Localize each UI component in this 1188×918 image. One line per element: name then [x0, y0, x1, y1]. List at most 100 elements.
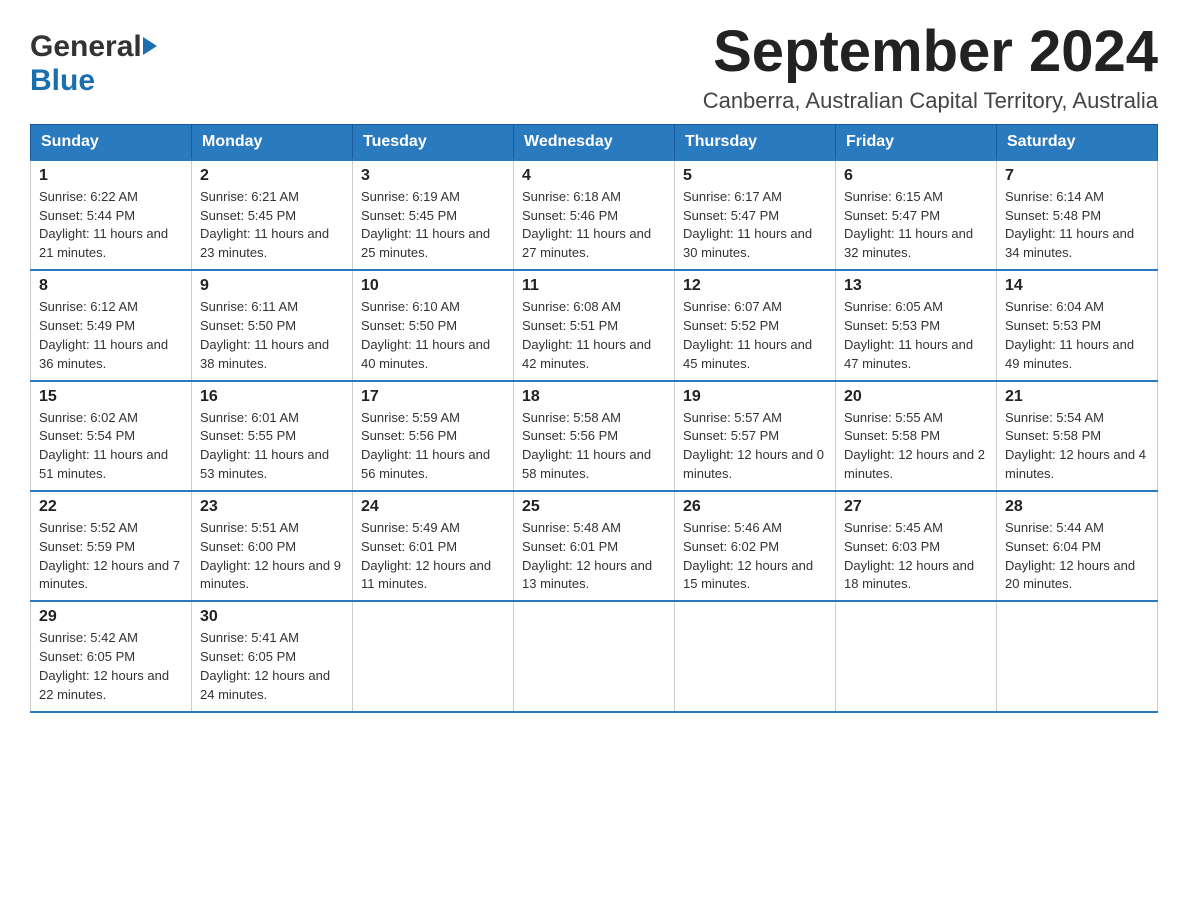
- day-number: 15: [39, 388, 183, 406]
- calendar-cell: 8 Sunrise: 6:12 AMSunset: 5:49 PMDayligh…: [31, 270, 192, 380]
- calendar-cell: 24 Sunrise: 5:49 AMSunset: 6:01 PMDaylig…: [353, 491, 514, 601]
- calendar-week-row: 15 Sunrise: 6:02 AMSunset: 5:54 PMDaylig…: [31, 381, 1158, 491]
- calendar-cell: 4 Sunrise: 6:18 AMSunset: 5:46 PMDayligh…: [514, 160, 675, 270]
- day-number: 29: [39, 608, 183, 626]
- calendar-cell: 26 Sunrise: 5:46 AMSunset: 6:02 PMDaylig…: [675, 491, 836, 601]
- day-info: Sunrise: 5:57 AMSunset: 5:57 PMDaylight:…: [683, 409, 827, 484]
- calendar-cell: 16 Sunrise: 6:01 AMSunset: 5:55 PMDaylig…: [192, 381, 353, 491]
- day-info: Sunrise: 6:02 AMSunset: 5:54 PMDaylight:…: [39, 409, 183, 484]
- day-number: 22: [39, 498, 183, 516]
- day-number: 19: [683, 388, 827, 406]
- day-number: 10: [361, 277, 505, 295]
- weekday-header-tuesday: Tuesday: [353, 124, 514, 160]
- day-info: Sunrise: 5:58 AMSunset: 5:56 PMDaylight:…: [522, 409, 666, 484]
- day-number: 12: [683, 277, 827, 295]
- day-number: 26: [683, 498, 827, 516]
- calendar-cell: 10 Sunrise: 6:10 AMSunset: 5:50 PMDaylig…: [353, 270, 514, 380]
- day-number: 2: [200, 167, 344, 185]
- day-number: 5: [683, 167, 827, 185]
- calendar-cell: 14 Sunrise: 6:04 AMSunset: 5:53 PMDaylig…: [997, 270, 1158, 380]
- day-info: Sunrise: 6:22 AMSunset: 5:44 PMDaylight:…: [39, 188, 183, 263]
- logo-blue-text: Blue: [30, 64, 95, 98]
- day-number: 25: [522, 498, 666, 516]
- day-number: 8: [39, 277, 183, 295]
- calendar-cell: 6 Sunrise: 6:15 AMSunset: 5:47 PMDayligh…: [836, 160, 997, 270]
- calendar-cell: [675, 601, 836, 711]
- weekday-header-friday: Friday: [836, 124, 997, 160]
- day-info: Sunrise: 5:41 AMSunset: 6:05 PMDaylight:…: [200, 629, 344, 704]
- calendar-cell: 9 Sunrise: 6:11 AMSunset: 5:50 PMDayligh…: [192, 270, 353, 380]
- calendar-cell: 23 Sunrise: 5:51 AMSunset: 6:00 PMDaylig…: [192, 491, 353, 601]
- calendar-cell: 12 Sunrise: 6:07 AMSunset: 5:52 PMDaylig…: [675, 270, 836, 380]
- day-number: 20: [844, 388, 988, 406]
- day-number: 24: [361, 498, 505, 516]
- page-header: General Blue September 2024 Canberra, Au…: [30, 20, 1158, 114]
- location-title: Canberra, Australian Capital Territory, …: [703, 88, 1158, 114]
- day-info: Sunrise: 6:15 AMSunset: 5:47 PMDaylight:…: [844, 188, 988, 263]
- day-info: Sunrise: 5:59 AMSunset: 5:56 PMDaylight:…: [361, 409, 505, 484]
- day-number: 18: [522, 388, 666, 406]
- logo-chevron-icon: [143, 37, 157, 55]
- day-info: Sunrise: 5:55 AMSunset: 5:58 PMDaylight:…: [844, 409, 988, 484]
- calendar-cell: 11 Sunrise: 6:08 AMSunset: 5:51 PMDaylig…: [514, 270, 675, 380]
- calendar-cell: 19 Sunrise: 5:57 AMSunset: 5:57 PMDaylig…: [675, 381, 836, 491]
- day-info: Sunrise: 6:04 AMSunset: 5:53 PMDaylight:…: [1005, 298, 1149, 373]
- day-info: Sunrise: 6:18 AMSunset: 5:46 PMDaylight:…: [522, 188, 666, 263]
- calendar-cell: 1 Sunrise: 6:22 AMSunset: 5:44 PMDayligh…: [31, 160, 192, 270]
- weekday-header-row: SundayMondayTuesdayWednesdayThursdayFrid…: [31, 124, 1158, 160]
- calendar-cell: 18 Sunrise: 5:58 AMSunset: 5:56 PMDaylig…: [514, 381, 675, 491]
- day-info: Sunrise: 6:01 AMSunset: 5:55 PMDaylight:…: [200, 409, 344, 484]
- day-number: 9: [200, 277, 344, 295]
- calendar-cell: 7 Sunrise: 6:14 AMSunset: 5:48 PMDayligh…: [997, 160, 1158, 270]
- calendar-cell: [514, 601, 675, 711]
- day-number: 1: [39, 167, 183, 185]
- calendar-cell: [353, 601, 514, 711]
- day-info: Sunrise: 5:52 AMSunset: 5:59 PMDaylight:…: [39, 519, 183, 594]
- calendar-cell: 27 Sunrise: 5:45 AMSunset: 6:03 PMDaylig…: [836, 491, 997, 601]
- month-title: September 2024: [703, 20, 1158, 84]
- calendar-cell: 20 Sunrise: 5:55 AMSunset: 5:58 PMDaylig…: [836, 381, 997, 491]
- logo-general-text: General: [30, 30, 142, 64]
- day-info: Sunrise: 6:12 AMSunset: 5:49 PMDaylight:…: [39, 298, 183, 373]
- day-info: Sunrise: 5:42 AMSunset: 6:05 PMDaylight:…: [39, 629, 183, 704]
- day-info: Sunrise: 5:44 AMSunset: 6:04 PMDaylight:…: [1005, 519, 1149, 594]
- calendar-cell: 21 Sunrise: 5:54 AMSunset: 5:58 PMDaylig…: [997, 381, 1158, 491]
- day-number: 11: [522, 277, 666, 295]
- weekday-header-sunday: Sunday: [31, 124, 192, 160]
- day-info: Sunrise: 5:46 AMSunset: 6:02 PMDaylight:…: [683, 519, 827, 594]
- calendar-cell: 13 Sunrise: 6:05 AMSunset: 5:53 PMDaylig…: [836, 270, 997, 380]
- day-info: Sunrise: 5:48 AMSunset: 6:01 PMDaylight:…: [522, 519, 666, 594]
- weekday-header-saturday: Saturday: [997, 124, 1158, 160]
- day-info: Sunrise: 6:07 AMSunset: 5:52 PMDaylight:…: [683, 298, 827, 373]
- day-number: 6: [844, 167, 988, 185]
- day-number: 13: [844, 277, 988, 295]
- day-number: 21: [1005, 388, 1149, 406]
- day-info: Sunrise: 5:49 AMSunset: 6:01 PMDaylight:…: [361, 519, 505, 594]
- logo: General Blue: [30, 20, 157, 98]
- calendar-cell: [997, 601, 1158, 711]
- day-info: Sunrise: 5:51 AMSunset: 6:00 PMDaylight:…: [200, 519, 344, 594]
- calendar-week-row: 1 Sunrise: 6:22 AMSunset: 5:44 PMDayligh…: [31, 160, 1158, 270]
- calendar-table: SundayMondayTuesdayWednesdayThursdayFrid…: [30, 124, 1158, 713]
- day-info: Sunrise: 6:10 AMSunset: 5:50 PMDaylight:…: [361, 298, 505, 373]
- calendar-cell: 28 Sunrise: 5:44 AMSunset: 6:04 PMDaylig…: [997, 491, 1158, 601]
- calendar-cell: 17 Sunrise: 5:59 AMSunset: 5:56 PMDaylig…: [353, 381, 514, 491]
- day-number: 27: [844, 498, 988, 516]
- weekday-header-thursday: Thursday: [675, 124, 836, 160]
- calendar-cell: 30 Sunrise: 5:41 AMSunset: 6:05 PMDaylig…: [192, 601, 353, 711]
- calendar-cell: 22 Sunrise: 5:52 AMSunset: 5:59 PMDaylig…: [31, 491, 192, 601]
- weekday-header-wednesday: Wednesday: [514, 124, 675, 160]
- calendar-cell: 5 Sunrise: 6:17 AMSunset: 5:47 PMDayligh…: [675, 160, 836, 270]
- calendar-cell: [836, 601, 997, 711]
- day-number: 17: [361, 388, 505, 406]
- day-info: Sunrise: 6:11 AMSunset: 5:50 PMDaylight:…: [200, 298, 344, 373]
- day-number: 3: [361, 167, 505, 185]
- calendar-week-row: 22 Sunrise: 5:52 AMSunset: 5:59 PMDaylig…: [31, 491, 1158, 601]
- calendar-cell: 3 Sunrise: 6:19 AMSunset: 5:45 PMDayligh…: [353, 160, 514, 270]
- day-number: 16: [200, 388, 344, 406]
- day-info: Sunrise: 6:08 AMSunset: 5:51 PMDaylight:…: [522, 298, 666, 373]
- day-number: 7: [1005, 167, 1149, 185]
- day-number: 28: [1005, 498, 1149, 516]
- day-number: 23: [200, 498, 344, 516]
- weekday-header-monday: Monday: [192, 124, 353, 160]
